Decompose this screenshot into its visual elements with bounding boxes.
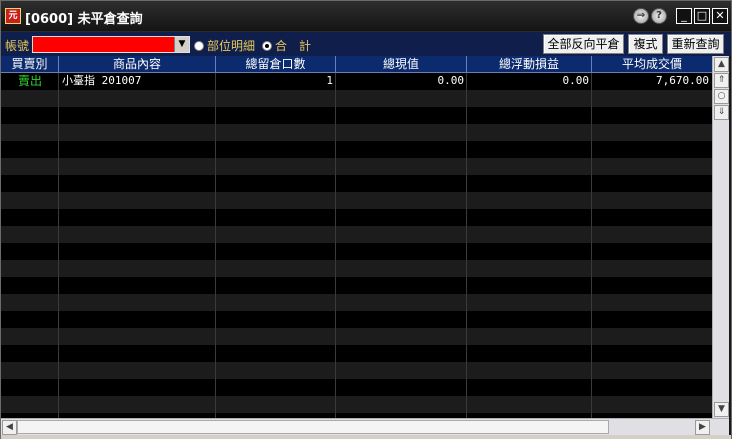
radio-position-detail[interactable]: 部位明細 (194, 37, 255, 54)
maximize-button[interactable]: □ (694, 8, 710, 24)
title-bar[interactable]: 元 [0600] 未平倉查詢 ⇒ ? _ □ ✕ (1, 1, 731, 31)
close-button[interactable]: ✕ (712, 8, 728, 24)
empty-row (1, 209, 712, 226)
scroll-right-icon[interactable]: ▶ (695, 420, 710, 435)
empty-row (1, 158, 712, 175)
account-select[interactable]: ▼ (32, 36, 190, 53)
empty-row (1, 328, 712, 345)
window-bottom-edge (1, 435, 731, 439)
minimize-button[interactable]: _ (676, 8, 692, 24)
positions-table: 買賣別 商品內容 總留倉口數 總現值 總浮動損益 平均成交價 賣出 小臺指 20… (1, 56, 712, 418)
table-row[interactable]: 賣出 小臺指 201007 1 0.00 0.00 7,670.00 (1, 73, 712, 90)
link-icon[interactable]: ⇒ (633, 8, 649, 24)
horizontal-scroll-thumb[interactable] (17, 420, 609, 434)
query-toolbar: 帳號 ▼ 部位明細 合 計 全部反向平倉 複式 重新查詢 (1, 31, 731, 56)
empty-row (1, 345, 712, 362)
column-divider (591, 73, 592, 418)
complex-order-button[interactable]: 複式 (628, 34, 663, 54)
row-product: 小臺指 201007 (62, 74, 142, 87)
scroll-center-icon[interactable]: ○ (714, 89, 729, 104)
column-divider (466, 73, 467, 418)
empty-row (1, 396, 712, 413)
radio-total-label: 合 計 (275, 39, 312, 53)
empty-row (1, 294, 712, 311)
requery-button[interactable]: 重新查詢 (667, 34, 724, 54)
column-divider (335, 73, 336, 418)
empty-row (1, 175, 712, 192)
window-title: [0600] 未平倉查詢 (25, 12, 143, 27)
chevron-down-icon[interactable]: ▼ (174, 37, 189, 52)
empty-row (1, 311, 712, 328)
empty-row (1, 226, 712, 243)
col-header-side[interactable]: 買賣別 (1, 56, 59, 73)
col-header-value[interactable]: 總現值 (336, 56, 467, 73)
empty-row (1, 243, 712, 260)
row-value: 0.00 (437, 74, 465, 87)
radio-total[interactable]: 合 計 (262, 37, 311, 54)
col-header-pnl[interactable]: 總浮動損益 (467, 56, 592, 73)
order-window: 元 [0600] 未平倉查詢 ⇒ ? _ □ ✕ 帳號 ▼ 部位明細 合 計 全… (0, 0, 732, 439)
empty-row (1, 107, 712, 124)
vertical-scrollbar[interactable]: ▲ ⇑ ○ ⇓ ▼ (712, 56, 729, 418)
help-icon[interactable]: ? (651, 8, 667, 24)
empty-row (1, 379, 712, 396)
row-pnl: 0.00 (562, 74, 590, 87)
empty-row (1, 277, 712, 294)
empty-row (1, 124, 712, 141)
reverse-close-all-button[interactable]: 全部反向平倉 (543, 34, 624, 54)
col-header-avg-price[interactable]: 平均成交價 (592, 56, 712, 73)
row-qty: 1 (326, 74, 333, 87)
empty-row (1, 90, 712, 107)
column-divider (58, 73, 59, 418)
empty-row (1, 260, 712, 277)
row-avg-price: 7,670.00 (656, 74, 709, 87)
account-label: 帳號 (5, 39, 30, 53)
scroll-page-up-icon[interactable]: ⇑ (714, 73, 729, 88)
empty-row (1, 192, 712, 209)
table-header: 買賣別 商品內容 總留倉口數 總現值 總浮動損益 平均成交價 (1, 56, 712, 73)
row-side: 賣出 (17, 74, 42, 88)
col-header-qty[interactable]: 總留倉口數 (216, 56, 336, 73)
empty-row (1, 141, 712, 158)
radio-detail-dot[interactable] (194, 40, 204, 51)
horizontal-scrollbar[interactable]: ◀ ▶ (1, 418, 729, 435)
scroll-up-icon[interactable]: ▲ (714, 57, 729, 72)
app-logo-icon: 元 (5, 8, 21, 24)
scroll-page-down-icon[interactable]: ⇓ (714, 105, 729, 120)
scroll-left-icon[interactable]: ◀ (2, 420, 17, 435)
radio-detail-label: 部位明細 (207, 39, 256, 53)
radio-total-dot[interactable] (262, 40, 272, 51)
scroll-down-icon[interactable]: ▼ (714, 402, 729, 417)
column-divider (215, 73, 216, 418)
empty-row (1, 362, 712, 379)
col-header-product[interactable]: 商品內容 (59, 56, 216, 73)
